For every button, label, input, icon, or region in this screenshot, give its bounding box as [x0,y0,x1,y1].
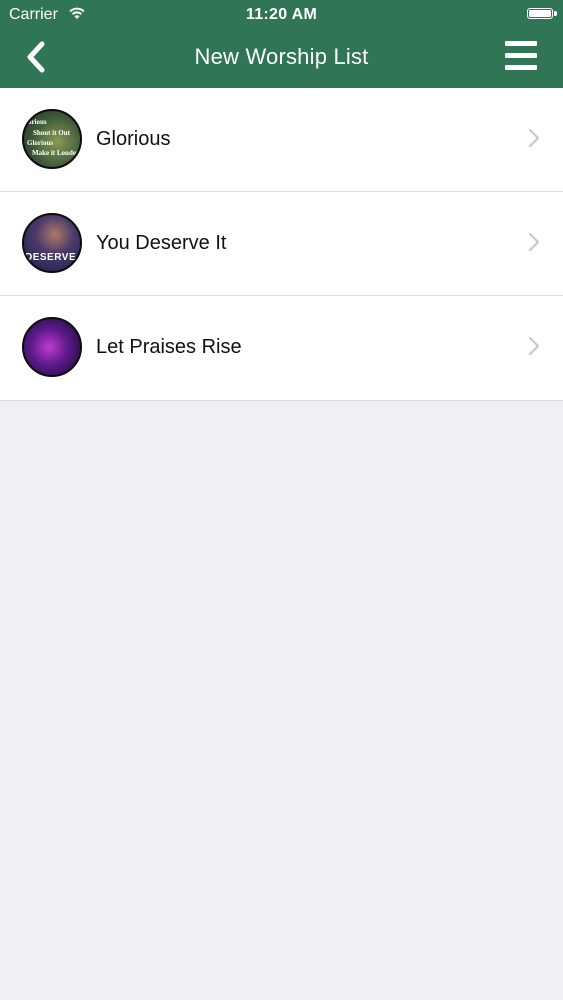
song-thumbnail: DESERVE [22,213,82,273]
song-thumbnail [22,317,82,377]
page-title: New Worship List [194,44,369,69]
chevron-right-icon [528,232,540,252]
song-list: lorious Shout it Out Glorious Make it Lo… [0,88,563,401]
battery-icon [527,8,557,19]
song-title: You Deserve It [96,232,227,254]
list-item[interactable]: lorious Shout it Out Glorious Make it Lo… [0,88,563,192]
chevron-right-icon [528,336,540,356]
list-item[interactable]: DESERVE You Deserve It [0,192,563,296]
list-item[interactable]: Let Praises Rise [0,296,563,400]
song-title: Glorious [96,128,171,150]
song-thumbnail: lorious Shout it Out Glorious Make it Lo… [22,109,82,169]
song-title: Let Praises Rise [96,336,242,358]
clock: 11:20 AM [245,6,318,23]
chevron-right-icon [528,128,540,148]
status-bar: Carrier 11:20 AM [0,0,563,30]
top-bar: Carrier 11:20 AM New Worship List [0,0,563,88]
navigation-bar: New Worship List [0,30,563,88]
hamburger-menu-icon[interactable] [505,41,537,71]
